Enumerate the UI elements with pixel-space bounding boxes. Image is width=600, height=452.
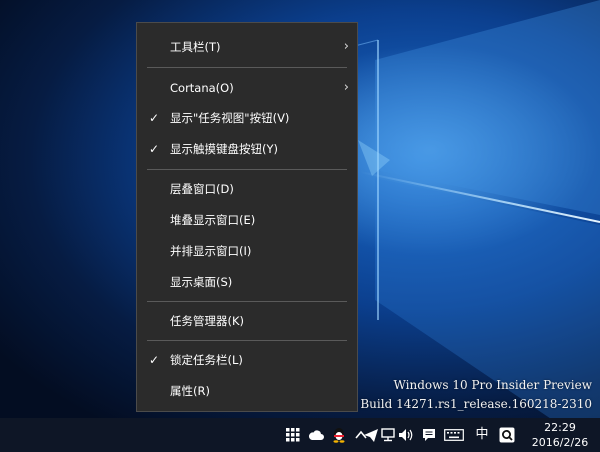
menu-separator: [147, 340, 347, 341]
checkmark-icon: ✓: [149, 353, 160, 367]
menu-separator: [147, 67, 347, 68]
menu-item-label: 任务管理器(K): [170, 314, 245, 328]
menu-item-label: 层叠窗口(D): [170, 182, 234, 196]
checkmark-icon: ✓: [149, 142, 160, 156]
menu-item-stack[interactable]: 堆叠显示窗口(E): [137, 207, 357, 233]
menu-item-cascade[interactable]: 层叠窗口(D): [137, 176, 357, 202]
build-watermark: Windows 10 Pro Insider Preview 脚本。 Build…: [321, 376, 592, 414]
menu-item-toolbars[interactable]: 工具栏(T) ›: [137, 34, 357, 60]
menu-item-label: Cortana(O): [170, 81, 234, 95]
menu-item-label: 显示"任务视图"按钮(V): [170, 111, 290, 125]
menu-item-label: 显示触摸键盘按钮(Y): [170, 142, 278, 156]
menu-item-lock-taskbar[interactable]: ✓ 锁定任务栏(L): [137, 347, 357, 373]
ime-indicator[interactable]: 中: [473, 426, 491, 444]
chevron-right-icon: ›: [343, 80, 349, 95]
volume-icon[interactable]: [397, 426, 415, 444]
menu-item-label: 属性(R): [170, 384, 210, 398]
send-icon[interactable]: [362, 426, 380, 444]
clock-date: 2016/2/26: [531, 436, 589, 449]
menu-item-label: 工具栏(T): [170, 40, 221, 54]
menu-item-label: 并排显示窗口(I): [170, 244, 252, 258]
menu-item-show-touch-keyboard[interactable]: ✓ 显示触摸键盘按钮(Y): [137, 136, 357, 162]
menu-item-properties[interactable]: 属性(R): [137, 378, 357, 404]
qq-icon[interactable]: [330, 426, 348, 444]
chevron-right-icon: ›: [343, 39, 349, 54]
menu-separator: [147, 169, 347, 170]
network-icon[interactable]: [379, 426, 397, 444]
menu-item-cortana[interactable]: Cortana(O) ›: [137, 75, 357, 101]
checkmark-icon: ✓: [149, 111, 160, 125]
taskbar-context-menu: 工具栏(T) › Cortana(O) › ✓ 显示"任务视图"按钮(V) ✓ …: [136, 22, 358, 412]
menu-item-show-desktop[interactable]: 显示桌面(S): [137, 269, 357, 295]
menu-item-label: 显示桌面(S): [170, 275, 233, 289]
search-badge-icon[interactable]: [498, 426, 516, 444]
menu-item-side-by-side[interactable]: 并排显示窗口(I): [137, 238, 357, 264]
notification-icon[interactable]: [420, 426, 438, 444]
cloud-icon[interactable]: [307, 426, 325, 444]
keyboard-icon[interactable]: [443, 426, 465, 444]
clock-time: 22:29: [544, 421, 576, 434]
menu-item-show-task-view[interactable]: ✓ 显示"任务视图"按钮(V): [137, 105, 357, 131]
menu-item-label: 锁定任务栏(L): [170, 353, 243, 367]
menu-item-task-manager[interactable]: 任务管理器(K): [137, 308, 357, 334]
menu-item-label: 堆叠显示窗口(E): [170, 213, 256, 227]
watermark-edition: Windows 10 Pro Insider Preview: [393, 378, 592, 392]
menu-separator: [147, 301, 347, 302]
watermark-build: 脚本。 Build 14271.rs1_release.160218-2310: [320, 397, 592, 411]
grid-icon[interactable]: [284, 426, 302, 444]
taskbar-clock[interactable]: 22:29 2016/2/26: [528, 420, 592, 450]
taskbar[interactable]: 中 22:29 2016/2/26: [0, 418, 600, 452]
